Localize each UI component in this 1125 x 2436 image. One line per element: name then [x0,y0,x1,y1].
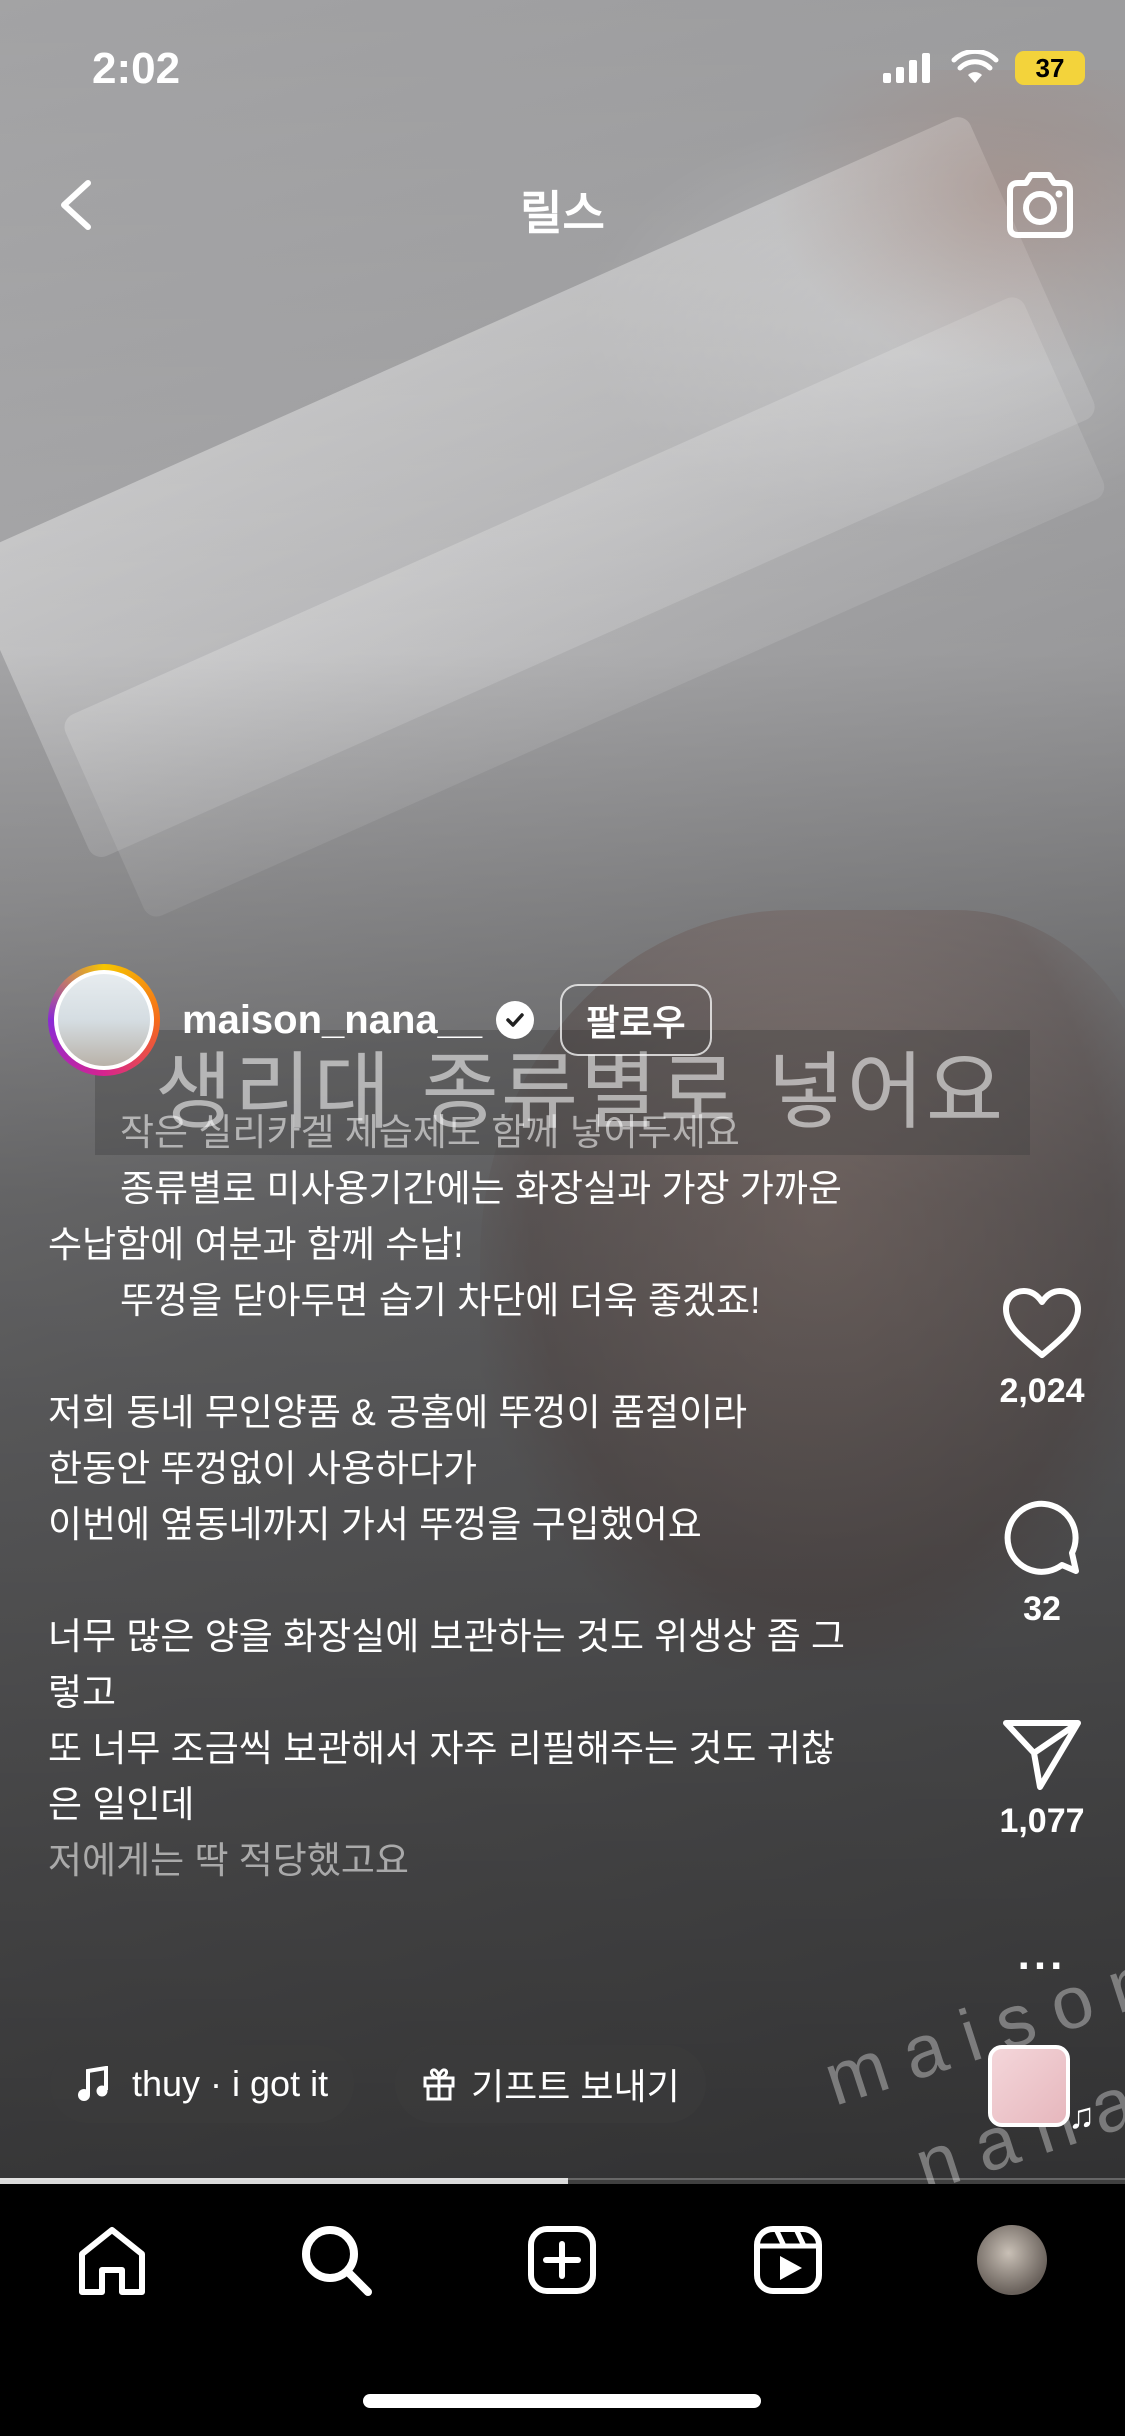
status-icons: 37 [881,50,1085,86]
nav-home[interactable] [72,2220,152,2300]
search-icon [302,2226,372,2296]
caption-line: 또 너무 조금씩 보관해서 자주 리필해주는 것도 귀찮 [48,1728,835,1769]
reels-header: 릴스 [0,165,1125,245]
audio-cover-thumbnail[interactable] [988,2045,1070,2127]
comment-button[interactable]: 32 [987,1495,1097,1629]
send-icon [1003,1720,1081,1790]
gift-pill[interactable]: 기프트 보내기 [395,2045,706,2123]
wifi-icon [951,50,999,83]
bottom-navigation [0,2184,1125,2436]
heart-icon [1003,1288,1081,1358]
home-indicator [363,2394,761,2408]
caption-line: 은 일인데 [48,1784,195,1825]
nav-search[interactable] [296,2220,376,2300]
caption-line: 종류별로 미사용기간에는 화장실과 가장 가까운 [120,1168,842,1209]
status-bar: 2:02 37 [0,40,1125,110]
caption-line: 저희 동네 무인양품 & 공홈에 뚜껑이 품절이라 [48,1392,748,1433]
verified-badge-icon [496,1001,535,1039]
battery-icon: 37 [1015,51,1085,85]
camera-icon [1007,172,1073,238]
music-pill[interactable]: thuy · i got it [50,2045,355,2123]
comment-icon [1004,1500,1079,1575]
nav-reels[interactable] [748,2220,828,2300]
caption-line: 렇고 [48,1672,117,1713]
caption-line: 저에게는 딱 적당했고요 [48,1840,409,1881]
like-count: 2,024 [999,1372,1085,1410]
page-title: 릴스 [520,187,605,239]
nav-create[interactable] [522,2220,602,2300]
follow-button[interactable]: 팔로우 [560,984,712,1056]
caption-line: 너무 많은 양을 화장실에 보관하는 것도 위생상 좀 그 [48,1616,846,1657]
gift-label: 기프트 보내기 [471,2066,680,2107]
share-button[interactable]: 1,077 [987,1715,1097,1841]
music-label: thuy · i got it [132,2063,329,2104]
caption-line: 이번에 옆동네까지 가서 뚜껑을 구입했어요 [48,1504,702,1545]
reel-author-row: maison_nana__ 팔로우 [48,960,712,1080]
status-time: 2:02 [92,44,181,93]
share-count: 1,077 [999,1802,1085,1840]
caption-line: 뚜껑을 닫아두면 습기 차단에 더욱 좋겠죠! [120,1280,761,1321]
reel-caption[interactable]: 작은 실리카겔 제습제도 함께 넣어두세요 종류별로 미사용기간에는 화장실과 … [48,1105,938,1889]
music-note-icon [76,2066,110,2102]
create-icon [528,2226,596,2294]
nav-profile[interactable] [972,2220,1052,2300]
signal-icon [883,53,930,83]
caption-line: 수납함에 여분과 함께 수납! [48,1224,464,1265]
like-button[interactable]: 2,024 [987,1285,1097,1411]
battery-level: 37 [1035,52,1065,83]
caption-line: 작은 실리카겔 제습제도 함께 넣어두세요 [120,1112,740,1153]
comment-count: 32 [1023,1590,1061,1628]
profile-avatar [977,2225,1047,2295]
avatar-image [58,974,150,1066]
caption-line: 한동안 뚜껑없이 사용하다가 [48,1448,478,1489]
reels-icon [754,2226,822,2294]
home-icon [79,2227,145,2295]
author-avatar[interactable] [48,964,160,1076]
camera-button[interactable] [1000,165,1080,245]
author-username[interactable]: maison_nana__ [182,998,482,1043]
gift-icon [421,2066,457,2102]
music-note-icon: ♫ [1068,2095,1095,2136]
